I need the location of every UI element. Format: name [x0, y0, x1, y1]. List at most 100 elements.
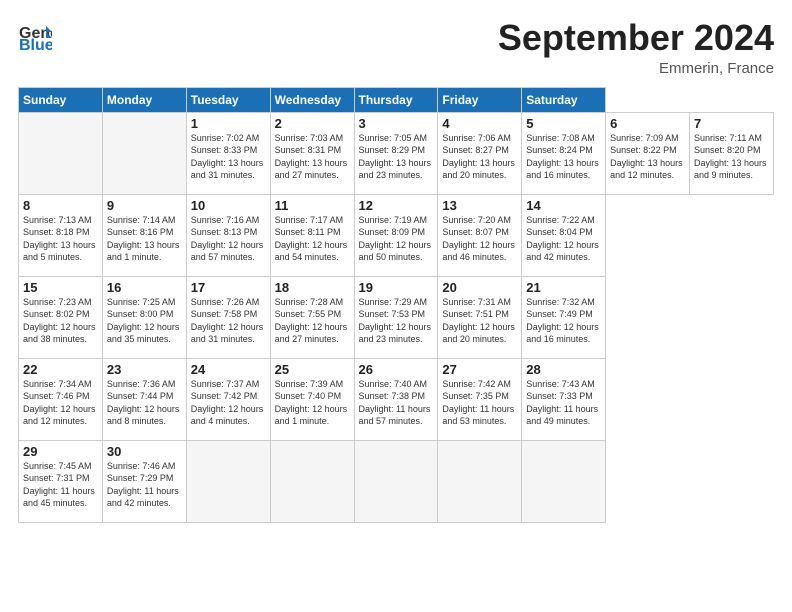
weekday-header-cell: Friday [438, 87, 522, 112]
day-info: Sunrise: 7:36 AMSunset: 7:44 PMDaylight:… [107, 378, 182, 428]
day-info: Sunrise: 7:42 AMSunset: 7:35 PMDaylight:… [442, 378, 517, 428]
day-info: Sunrise: 7:28 AMSunset: 7:55 PMDaylight:… [275, 296, 350, 346]
day-number: 5 [526, 116, 601, 131]
day-number: 22 [23, 362, 98, 377]
day-info: Sunrise: 7:23 AMSunset: 8:02 PMDaylight:… [23, 296, 98, 346]
calendar-day [270, 440, 354, 522]
calendar-day: 10 Sunrise: 7:16 AMSunset: 8:13 PMDaylig… [186, 194, 270, 276]
weekday-header-cell: Thursday [354, 87, 438, 112]
day-info: Sunrise: 7:14 AMSunset: 8:16 PMDaylight:… [107, 214, 182, 264]
page: General Blue September 2024 Emmerin, Fra… [0, 0, 792, 612]
calendar-day: 21 Sunrise: 7:32 AMSunset: 7:49 PMDaylig… [522, 276, 606, 358]
day-number: 3 [359, 116, 434, 131]
calendar-week-row: 29 Sunrise: 7:45 AMSunset: 7:31 PMDaylig… [19, 440, 774, 522]
weekday-header-cell: Saturday [522, 87, 606, 112]
logo: General Blue [18, 18, 52, 52]
day-number: 24 [191, 362, 266, 377]
calendar-day: 8 Sunrise: 7:13 AMSunset: 8:18 PMDayligh… [19, 194, 103, 276]
weekday-header-row: SundayMondayTuesdayWednesdayThursdayFrid… [19, 87, 774, 112]
day-info: Sunrise: 7:43 AMSunset: 7:33 PMDaylight:… [526, 378, 601, 428]
calendar-day: 14 Sunrise: 7:22 AMSunset: 8:04 PMDaylig… [522, 194, 606, 276]
location: Emmerin, France [498, 60, 774, 77]
day-number: 8 [23, 198, 98, 213]
day-number: 9 [107, 198, 182, 213]
header: General Blue September 2024 Emmerin, Fra… [18, 18, 774, 77]
calendar-day: 18 Sunrise: 7:28 AMSunset: 7:55 PMDaylig… [270, 276, 354, 358]
calendar-day: 20 Sunrise: 7:31 AMSunset: 7:51 PMDaylig… [438, 276, 522, 358]
day-number: 30 [107, 444, 182, 459]
calendar-day: 30 Sunrise: 7:46 AMSunset: 7:29 PMDaylig… [102, 440, 186, 522]
calendar-day [354, 440, 438, 522]
calendar-day: 25 Sunrise: 7:39 AMSunset: 7:40 PMDaylig… [270, 358, 354, 440]
calendar-day: 22 Sunrise: 7:34 AMSunset: 7:46 PMDaylig… [19, 358, 103, 440]
calendar-day [438, 440, 522, 522]
day-number: 27 [442, 362, 517, 377]
day-info: Sunrise: 7:16 AMSunset: 8:13 PMDaylight:… [191, 214, 266, 264]
calendar-day: 23 Sunrise: 7:36 AMSunset: 7:44 PMDaylig… [102, 358, 186, 440]
calendar-day: 7 Sunrise: 7:11 AMSunset: 8:20 PMDayligh… [690, 112, 774, 194]
day-number: 10 [191, 198, 266, 213]
day-number: 15 [23, 280, 98, 295]
calendar-day: 4 Sunrise: 7:06 AMSunset: 8:27 PMDayligh… [438, 112, 522, 194]
calendar-day: 15 Sunrise: 7:23 AMSunset: 8:02 PMDaylig… [19, 276, 103, 358]
empty-day [102, 112, 186, 194]
weekday-header-cell: Tuesday [186, 87, 270, 112]
day-number: 7 [694, 116, 769, 131]
day-number: 6 [610, 116, 685, 131]
day-number: 25 [275, 362, 350, 377]
weekday-header-cell: Wednesday [270, 87, 354, 112]
day-info: Sunrise: 7:31 AMSunset: 7:51 PMDaylight:… [442, 296, 517, 346]
day-info: Sunrise: 7:39 AMSunset: 7:40 PMDaylight:… [275, 378, 350, 428]
calendar-day [186, 440, 270, 522]
day-info: Sunrise: 7:26 AMSunset: 7:58 PMDaylight:… [191, 296, 266, 346]
day-info: Sunrise: 7:45 AMSunset: 7:31 PMDaylight:… [23, 460, 98, 510]
day-number: 14 [526, 198, 601, 213]
weekday-header-cell: Sunday [19, 87, 103, 112]
day-info: Sunrise: 7:25 AMSunset: 8:00 PMDaylight:… [107, 296, 182, 346]
calendar-day: 24 Sunrise: 7:37 AMSunset: 7:42 PMDaylig… [186, 358, 270, 440]
day-info: Sunrise: 7:06 AMSunset: 8:27 PMDaylight:… [442, 132, 517, 182]
calendar-day: 16 Sunrise: 7:25 AMSunset: 8:00 PMDaylig… [102, 276, 186, 358]
day-info: Sunrise: 7:40 AMSunset: 7:38 PMDaylight:… [359, 378, 434, 428]
month-title: September 2024 [498, 18, 774, 58]
day-info: Sunrise: 7:03 AMSunset: 8:31 PMDaylight:… [275, 132, 350, 182]
calendar-day: 29 Sunrise: 7:45 AMSunset: 7:31 PMDaylig… [19, 440, 103, 522]
calendar-day: 6 Sunrise: 7:09 AMSunset: 8:22 PMDayligh… [606, 112, 690, 194]
day-info: Sunrise: 7:19 AMSunset: 8:09 PMDaylight:… [359, 214, 434, 264]
calendar-day: 2 Sunrise: 7:03 AMSunset: 8:31 PMDayligh… [270, 112, 354, 194]
calendar-day: 12 Sunrise: 7:19 AMSunset: 8:09 PMDaylig… [354, 194, 438, 276]
day-number: 26 [359, 362, 434, 377]
calendar-week-row: 15 Sunrise: 7:23 AMSunset: 8:02 PMDaylig… [19, 276, 774, 358]
calendar-day: 26 Sunrise: 7:40 AMSunset: 7:38 PMDaylig… [354, 358, 438, 440]
weekday-header-cell: Monday [102, 87, 186, 112]
day-info: Sunrise: 7:29 AMSunset: 7:53 PMDaylight:… [359, 296, 434, 346]
day-info: Sunrise: 7:02 AMSunset: 8:33 PMDaylight:… [191, 132, 266, 182]
day-number: 18 [275, 280, 350, 295]
calendar-body: 1 Sunrise: 7:02 AMSunset: 8:33 PMDayligh… [19, 112, 774, 522]
day-info: Sunrise: 7:05 AMSunset: 8:29 PMDaylight:… [359, 132, 434, 182]
day-number: 1 [191, 116, 266, 131]
calendar-day: 27 Sunrise: 7:42 AMSunset: 7:35 PMDaylig… [438, 358, 522, 440]
day-info: Sunrise: 7:37 AMSunset: 7:42 PMDaylight:… [191, 378, 266, 428]
day-number: 28 [526, 362, 601, 377]
day-info: Sunrise: 7:22 AMSunset: 8:04 PMDaylight:… [526, 214, 601, 264]
empty-day [19, 112, 103, 194]
day-info: Sunrise: 7:20 AMSunset: 8:07 PMDaylight:… [442, 214, 517, 264]
calendar-day: 9 Sunrise: 7:14 AMSunset: 8:16 PMDayligh… [102, 194, 186, 276]
calendar-day: 5 Sunrise: 7:08 AMSunset: 8:24 PMDayligh… [522, 112, 606, 194]
calendar-table: SundayMondayTuesdayWednesdayThursdayFrid… [18, 87, 774, 523]
day-info: Sunrise: 7:32 AMSunset: 7:49 PMDaylight:… [526, 296, 601, 346]
day-number: 13 [442, 198, 517, 213]
day-number: 12 [359, 198, 434, 213]
day-info: Sunrise: 7:11 AMSunset: 8:20 PMDaylight:… [694, 132, 769, 182]
day-number: 11 [275, 198, 350, 213]
title-area: September 2024 Emmerin, France [498, 18, 774, 77]
calendar-day: 13 Sunrise: 7:20 AMSunset: 8:07 PMDaylig… [438, 194, 522, 276]
day-number: 21 [526, 280, 601, 295]
calendar-day: 11 Sunrise: 7:17 AMSunset: 8:11 PMDaylig… [270, 194, 354, 276]
day-info: Sunrise: 7:08 AMSunset: 8:24 PMDaylight:… [526, 132, 601, 182]
logo-icon: General Blue [18, 18, 52, 52]
calendar-day: 1 Sunrise: 7:02 AMSunset: 8:33 PMDayligh… [186, 112, 270, 194]
calendar-day: 28 Sunrise: 7:43 AMSunset: 7:33 PMDaylig… [522, 358, 606, 440]
day-number: 29 [23, 444, 98, 459]
